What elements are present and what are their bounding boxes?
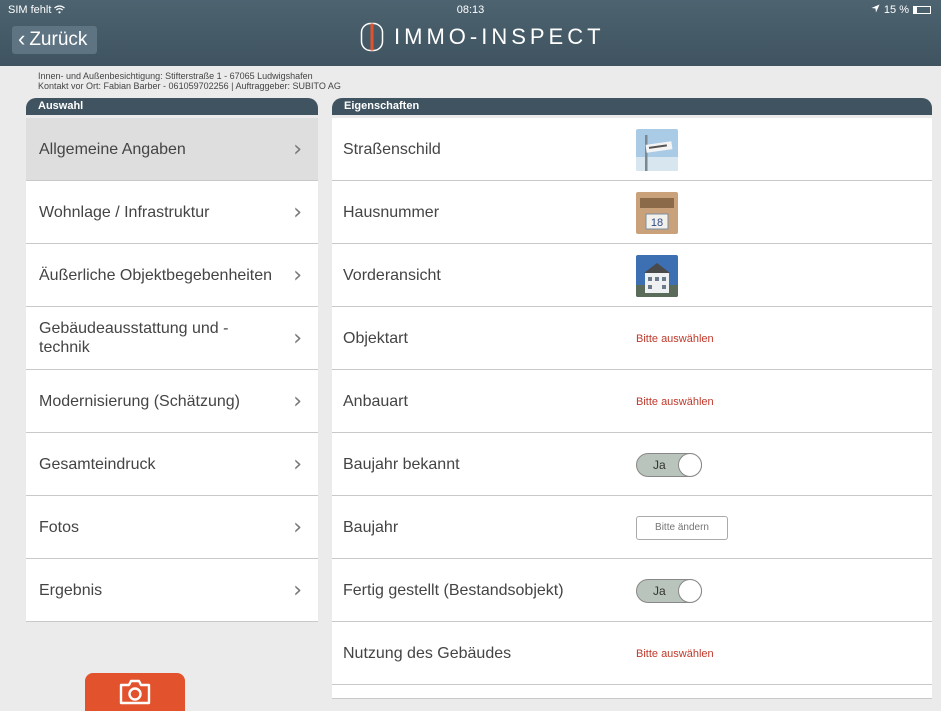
nav-item-label: Äußerliche Objektbegebenheiten xyxy=(39,266,273,284)
status-time: 08:13 xyxy=(456,4,485,16)
nav-item-label: Ergebnis xyxy=(39,581,103,599)
select-nutzung-link[interactable]: Bitte auswählen xyxy=(636,648,714,660)
house-number-photo-thumbnail[interactable]: 18 xyxy=(636,191,678,234)
nav-item-allgemeine-angaben[interactable]: Allgemeine Angaben › xyxy=(26,118,318,181)
properties-header: Eigenschaften xyxy=(332,98,932,115)
app-logo: IMMO-INSPECT xyxy=(360,22,605,52)
logo-text: IMMO-INSPECT xyxy=(394,24,605,49)
nav-item-gesamteindruck[interactable]: Gesamteindruck › xyxy=(26,433,318,496)
info-contact: Kontakt vor Ort: Fabian Barber - 0610597… xyxy=(38,81,341,91)
property-label: Anbauart xyxy=(343,392,408,410)
nav-item-gebaeudeausstattung[interactable]: Gebäudeausstattung und - technik › xyxy=(26,307,318,370)
chevron-right-icon: › xyxy=(293,514,302,540)
chevron-right-icon: › xyxy=(293,199,302,225)
top-bar: SIM fehlt 08:13 15 % ‹ Zurück IMMO-INSPE… xyxy=(0,0,941,66)
property-label: Baujahr xyxy=(343,518,399,536)
nav-item-label: Gesamteindruck xyxy=(39,455,156,473)
camera-button[interactable] xyxy=(85,673,185,711)
chevron-right-icon: › xyxy=(293,451,302,477)
back-label: Zurück xyxy=(29,29,88,50)
inspection-info: Innen- und Außenbesichtigung: Stifterstr… xyxy=(38,71,341,91)
chevron-right-icon: › xyxy=(293,136,302,162)
back-button[interactable]: ‹ Zurück xyxy=(12,26,98,54)
property-row-fertig-gestellt: Fertig gestellt (Bestandsobjekt) Ja xyxy=(332,559,932,622)
front-view-photo-thumbnail[interactable] xyxy=(636,254,678,297)
nav-item-wohnlage[interactable]: Wohnlage / Infrastruktur › xyxy=(26,181,318,244)
nav-item-label: Fotos xyxy=(39,518,80,536)
property-label: Straßenschild xyxy=(343,140,441,158)
chevron-right-icon: › xyxy=(293,325,302,351)
property-row-nutzung: Nutzung des Gebäudes Bitte auswählen xyxy=(332,622,932,685)
nav-item-label: Modernisierung (Schätzung) xyxy=(39,392,240,410)
property-label: Baujahr bekannt xyxy=(343,455,460,473)
nav-item-label: Gebäudeausstattung und - technik xyxy=(39,320,229,356)
toggle-knob xyxy=(678,452,702,477)
select-objektart-link[interactable]: Bitte auswählen xyxy=(636,333,714,345)
property-label: Nutzung des Gebäudes xyxy=(343,644,512,662)
baujahr-input[interactable] xyxy=(636,515,728,540)
property-label: Vorderansicht xyxy=(343,266,441,284)
street-sign-photo-thumbnail[interactable] xyxy=(636,128,678,171)
toggle-label: Ja xyxy=(653,457,666,472)
property-label: Hausnummer xyxy=(343,203,440,221)
chevron-right-icon: › xyxy=(293,577,302,603)
status-battery: 15 % xyxy=(871,4,931,16)
category-list: Allgemeine Angaben › Wohnlage / Infrastr… xyxy=(26,118,318,622)
property-row-baujahr-bekannt: Baujahr bekannt Ja xyxy=(332,433,932,496)
toggle-label: Ja xyxy=(653,583,666,598)
property-row-vorderansicht: Vorderansicht xyxy=(332,244,932,307)
camera-icon xyxy=(119,679,151,705)
chevron-right-icon: › xyxy=(293,388,302,414)
nav-item-modernisierung[interactable]: Modernisierung (Schätzung) › xyxy=(26,370,318,433)
property-row-strassenschild: Straßenschild xyxy=(332,118,932,181)
properties-list: Straßenschild Hausnummer 18 Vorderansich… xyxy=(332,118,932,699)
fertig-gestellt-toggle[interactable]: Ja xyxy=(636,578,702,603)
nav-item-ergebnis[interactable]: Ergebnis › xyxy=(26,559,318,622)
property-label: Fertig gestellt (Bestandsobjekt) xyxy=(343,581,564,599)
chevron-left-icon: ‹ xyxy=(18,26,26,51)
chevron-right-icon: › xyxy=(293,262,302,288)
property-row-objektart: Objektart Bitte auswählen xyxy=(332,307,932,370)
property-label: Objektart xyxy=(343,329,408,347)
location-arrow-icon xyxy=(871,4,880,16)
battery-percent: 15 % xyxy=(883,4,909,16)
select-anbauart-link[interactable]: Bitte auswählen xyxy=(636,396,714,408)
nav-item-objektbegebenheiten[interactable]: Äußerliche Objektbegebenheiten › xyxy=(26,244,318,307)
nav-item-label: Wohnlage / Infrastruktur xyxy=(39,203,210,221)
property-row-partial xyxy=(332,685,932,699)
battery-icon xyxy=(913,6,931,14)
selection-header: Auswahl xyxy=(26,98,318,115)
logo-mark-icon xyxy=(360,22,384,52)
house-number-text: 18 xyxy=(651,217,663,229)
nav-item-label: Allgemeine Angaben xyxy=(39,140,186,158)
property-row-baujahr: Baujahr xyxy=(332,496,932,559)
nav-item-fotos[interactable]: Fotos › xyxy=(26,496,318,559)
property-row-anbauart: Anbauart Bitte auswählen xyxy=(332,370,932,433)
baujahr-bekannt-toggle[interactable]: Ja xyxy=(636,452,702,477)
property-row-hausnummer: Hausnummer 18 xyxy=(332,181,932,244)
toggle-knob xyxy=(678,578,702,603)
info-address: Innen- und Außenbesichtigung: Stifterstr… xyxy=(38,71,313,81)
